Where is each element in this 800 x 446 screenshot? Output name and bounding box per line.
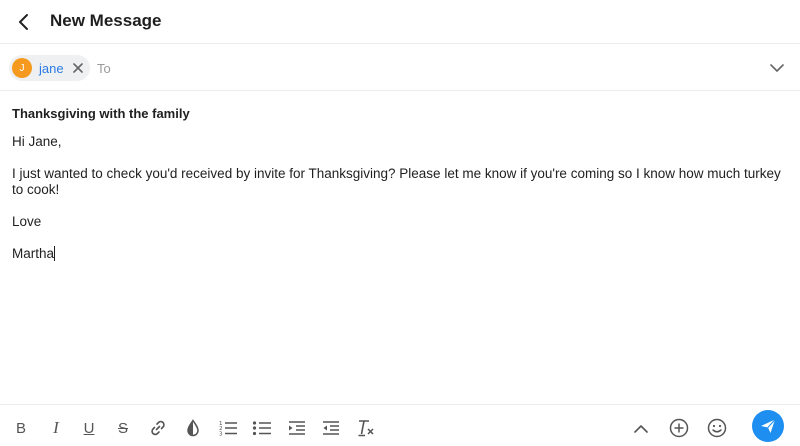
- attach-button[interactable]: [668, 417, 690, 439]
- to-label: To: [97, 61, 111, 76]
- chevron-down-icon: [770, 63, 784, 72]
- color-contrast-icon: [187, 419, 199, 437]
- chevron-left-icon: [19, 14, 28, 30]
- bulleted-list-icon: [252, 421, 271, 436]
- svg-text:3: 3: [219, 432, 223, 438]
- text-caret: [54, 246, 56, 261]
- recipient-chip[interactable]: J jane: [9, 55, 90, 81]
- outdent-button[interactable]: [320, 417, 342, 439]
- strikethrough-icon: S: [117, 419, 128, 437]
- avatar: J: [12, 58, 32, 78]
- body-paragraph: I just wanted to check you'd received by…: [12, 166, 781, 197]
- emoji-button[interactable]: [706, 417, 728, 439]
- header: New Message: [0, 0, 800, 44]
- link-button[interactable]: [147, 417, 169, 439]
- message-body[interactable]: Hi Jane, I just wanted to check you'd re…: [12, 134, 782, 278]
- clear-formatting-icon: [358, 420, 374, 437]
- text-color-button[interactable]: [182, 417, 204, 439]
- collapse-toolbar-button[interactable]: [630, 417, 652, 439]
- expand-recipients-button[interactable]: [768, 59, 786, 77]
- recipient-name: jane: [39, 60, 64, 76]
- outdent-icon: [323, 421, 339, 435]
- italic-icon: I: [53, 418, 59, 437]
- send-button[interactable]: [752, 410, 784, 442]
- clear-formatting-button[interactable]: [355, 417, 377, 439]
- strikethrough-button[interactable]: S: [112, 417, 134, 439]
- signature-text: Martha: [12, 246, 55, 261]
- to-input[interactable]: [120, 57, 740, 79]
- underline-button[interactable]: U: [78, 417, 100, 439]
- signoff-text: Love: [12, 214, 42, 229]
- indent-button[interactable]: [286, 417, 308, 439]
- recipient-row: J jane To: [0, 45, 800, 91]
- add-circle-icon: [669, 418, 689, 438]
- bold-button[interactable]: B: [10, 417, 32, 439]
- remove-recipient-button[interactable]: [72, 62, 84, 74]
- formatting-toolbar: B I U S 1 2 3: [0, 404, 800, 446]
- bold-icon: B: [15, 419, 26, 437]
- italic-button[interactable]: I: [45, 417, 67, 439]
- indent-icon: [289, 421, 305, 435]
- underline-icon: U: [83, 419, 95, 437]
- send-icon: [761, 419, 776, 433]
- link-icon: [151, 420, 165, 436]
- close-icon: [72, 63, 83, 73]
- greeting-text: Hi Jane,: [12, 134, 62, 149]
- numbered-list-button[interactable]: 1 2 3: [217, 417, 239, 439]
- numbered-list-icon: 1 2 3: [219, 421, 237, 438]
- back-button[interactable]: [12, 10, 36, 34]
- page-title: New Message: [50, 11, 162, 30]
- subject-field[interactable]: Thanksgiving with the family: [12, 106, 190, 121]
- emoji-icon: [707, 418, 727, 438]
- chevron-up-icon: [634, 424, 648, 433]
- bulleted-list-button[interactable]: [251, 417, 273, 439]
